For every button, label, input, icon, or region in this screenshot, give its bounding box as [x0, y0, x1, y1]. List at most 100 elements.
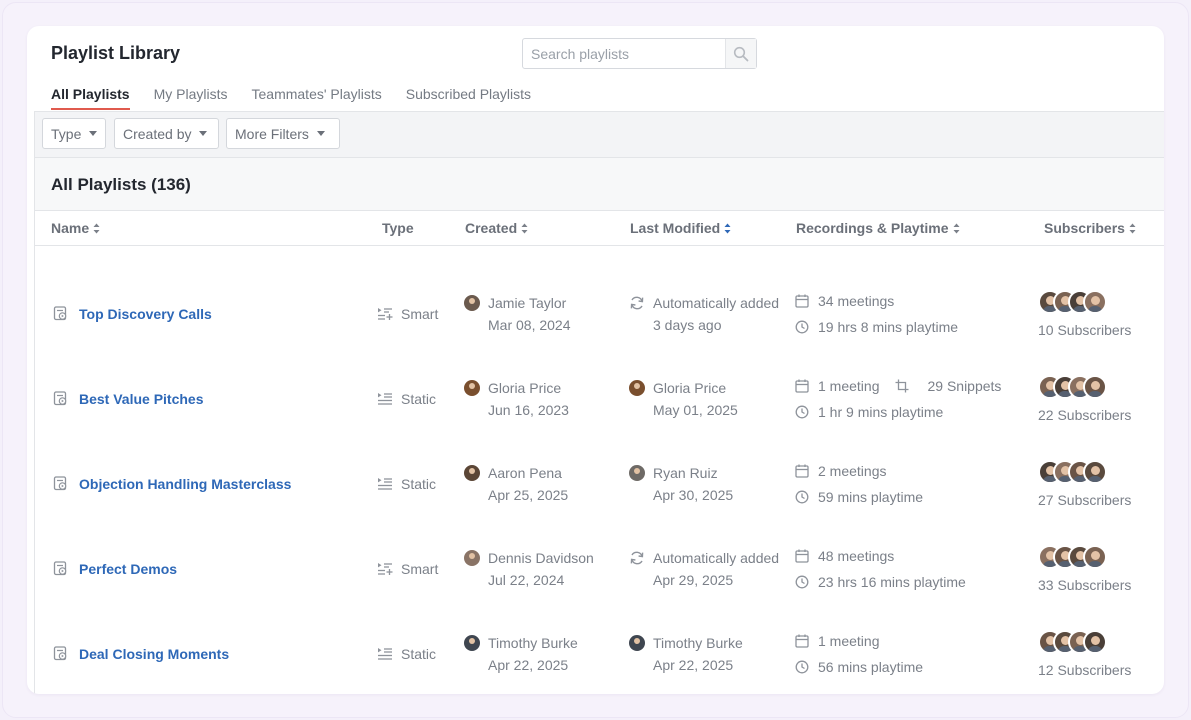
creator-name: Gloria Price [488, 379, 562, 396]
subscribers-cell[interactable]: 33 Subscribers [1038, 544, 1131, 593]
meetings-count: 48 meetings [818, 547, 895, 564]
filter-bar: Type Created by More Filters [34, 111, 1164, 157]
playlist-icon [53, 306, 68, 321]
subscriber-avatar-stack [1038, 289, 1131, 316]
column-header-type: Type [382, 220, 414, 236]
column-header-created[interactable]: Created [465, 220, 528, 236]
created-cell: Aaron Pena Apr 25, 2025 [464, 464, 568, 503]
playlist-name-link[interactable]: Deal Closing Moments [79, 646, 229, 662]
playlist-type-cell: Static [377, 356, 436, 441]
column-header-created-label: Created [465, 220, 518, 236]
calendar-icon [795, 549, 818, 563]
smart-list-icon [377, 562, 401, 576]
chevron-down-icon [199, 131, 208, 136]
playlist-name-link[interactable]: Objection Handling Masterclass [79, 476, 291, 492]
search-input[interactable] [523, 39, 725, 68]
subscriber-avatar-stack [1038, 459, 1131, 486]
column-header-last-modified[interactable]: Last Modified [630, 220, 731, 236]
last-modified-cell: Timothy Burke Apr 22, 2025 [629, 634, 743, 673]
created-date: Mar 08, 2024 [488, 316, 571, 333]
last-modified-cell: Automatically added 3 days ago [629, 295, 779, 333]
search-button[interactable] [725, 39, 756, 68]
column-header-subscribers[interactable]: Subscribers [1044, 220, 1136, 236]
column-header-type-label: Type [382, 220, 414, 236]
type-filter-dropdown[interactable]: Type [42, 118, 106, 149]
recordings-cell: 2 meetings 59 mins playtime [795, 463, 923, 505]
subscribers-count: 10 Subscribers [1038, 321, 1132, 338]
created-date: Apr 22, 2025 [488, 656, 569, 673]
playlist-table: All Playlists (136) Name Type Created La… [34, 157, 1164, 694]
modified-date: May 01, 2025 [653, 401, 738, 418]
meetings-count: 2 meetings [818, 462, 887, 479]
subscribers-cell[interactable]: 22 Subscribers [1038, 374, 1132, 423]
created-cell: Dennis Davidson Jul 22, 2024 [464, 549, 594, 588]
modified-date: 3 days ago [653, 316, 722, 333]
meetings-count: 1 meeting [818, 632, 880, 649]
playlist-name-link[interactable]: Best Value Pitches [79, 391, 204, 407]
playtime-label: 59 mins playtime [818, 488, 924, 505]
calendar-icon [795, 379, 818, 393]
subscriber-avatar-stack [1038, 544, 1131, 571]
more-filters-dropdown[interactable]: More Filters [226, 118, 340, 149]
modified-date: Apr 29, 2025 [653, 571, 734, 588]
table-row[interactable]: Best Value Pitches Static Gloria Price Jun … [35, 356, 1164, 441]
modified-date: Apr 22, 2025 [653, 656, 734, 673]
table-row[interactable]: Perfect Demos Smart Dennis Davidson Jul 22,… [35, 526, 1164, 611]
search-icon [733, 46, 749, 61]
subscribers-count: 22 Subscribers [1038, 406, 1132, 423]
playtime-label: 1 hr 9 mins playtime [818, 403, 944, 420]
table-row[interactable]: Deal Closing Moments Static Timothy Burke A… [35, 611, 1164, 694]
playlist-name-cell: Perfect Demos [53, 526, 177, 611]
clock-icon [795, 490, 818, 504]
table-row[interactable]: Top Discovery Calls Smart Jamie Taylor Mar … [35, 271, 1164, 356]
created-by-filter-label: Created by [123, 125, 192, 142]
subscribers-cell[interactable]: 27 Subscribers [1038, 459, 1131, 508]
sort-icon [93, 223, 100, 234]
clock-icon [795, 575, 818, 589]
recordings-cell: 1 meeting 56 mins playtime [795, 633, 923, 675]
avatar [464, 549, 480, 566]
creator-name: Timothy Burke [488, 634, 578, 651]
clock-icon [795, 405, 818, 419]
playlist-type-label: Static [401, 645, 437, 662]
column-header-name[interactable]: Name [51, 220, 100, 236]
playtime-label: 56 mins playtime [818, 658, 924, 675]
subscribers-cell[interactable]: 10 Subscribers [1038, 289, 1132, 338]
tab-subscribed-playlists[interactable]: Subscribed Playlists [406, 86, 531, 110]
modifier-name: Automatically added [653, 294, 780, 311]
static-list-icon [377, 477, 401, 491]
sort-icon [953, 223, 960, 234]
playlist-tabs: All Playlists My Playlists Teammates' Play… [51, 86, 555, 110]
more-filters-label: More Filters [235, 125, 309, 142]
modified-date: Apr 30, 2025 [653, 486, 734, 503]
chevron-down-icon [316, 131, 325, 136]
playlist-count-title: All Playlists (136) [51, 175, 191, 194]
column-header-name-label: Name [51, 220, 90, 236]
modifier-name: Ryan Ruiz [653, 464, 718, 481]
recordings-cell: 48 meetings 23 hrs 16 mins playtime [795, 548, 966, 590]
subscribers-cell[interactable]: 12 Subscribers [1038, 629, 1131, 678]
playlist-name-cell: Objection Handling Masterclass [53, 441, 291, 526]
playlist-name-link[interactable]: Perfect Demos [79, 561, 177, 577]
creator-name: Aaron Pena [488, 464, 562, 481]
playlist-icon [53, 476, 68, 491]
subscriber-avatar [1083, 629, 1107, 654]
playlist-type-cell: Smart [377, 271, 438, 356]
playlist-type-cell: Smart [377, 526, 438, 611]
tab-my-playlists[interactable]: My Playlists [154, 86, 228, 110]
playlist-type-label: Static [401, 475, 437, 492]
avatar [629, 464, 645, 481]
table-row[interactable]: Objection Handling Masterclass Static Aaro… [35, 441, 1164, 526]
created-by-filter-dropdown[interactable]: Created by [114, 118, 219, 149]
playlist-name-link[interactable]: Top Discovery Calls [79, 306, 212, 322]
column-header-recordings[interactable]: Recordings & Playtime [796, 220, 960, 236]
tab-all-playlists[interactable]: All Playlists [51, 86, 130, 110]
sort-active-icon [724, 223, 731, 234]
avatar [464, 294, 480, 311]
tab-teammates-playlists[interactable]: Teammates' Playlists [252, 86, 382, 110]
subscriber-avatar-stack [1038, 629, 1131, 656]
playlist-type-cell: Static [377, 441, 436, 526]
playlist-type-label: Static [401, 390, 437, 407]
auto-sync-icon [629, 550, 645, 566]
last-modified-cell: Gloria Price May 01, 2025 [629, 379, 738, 418]
